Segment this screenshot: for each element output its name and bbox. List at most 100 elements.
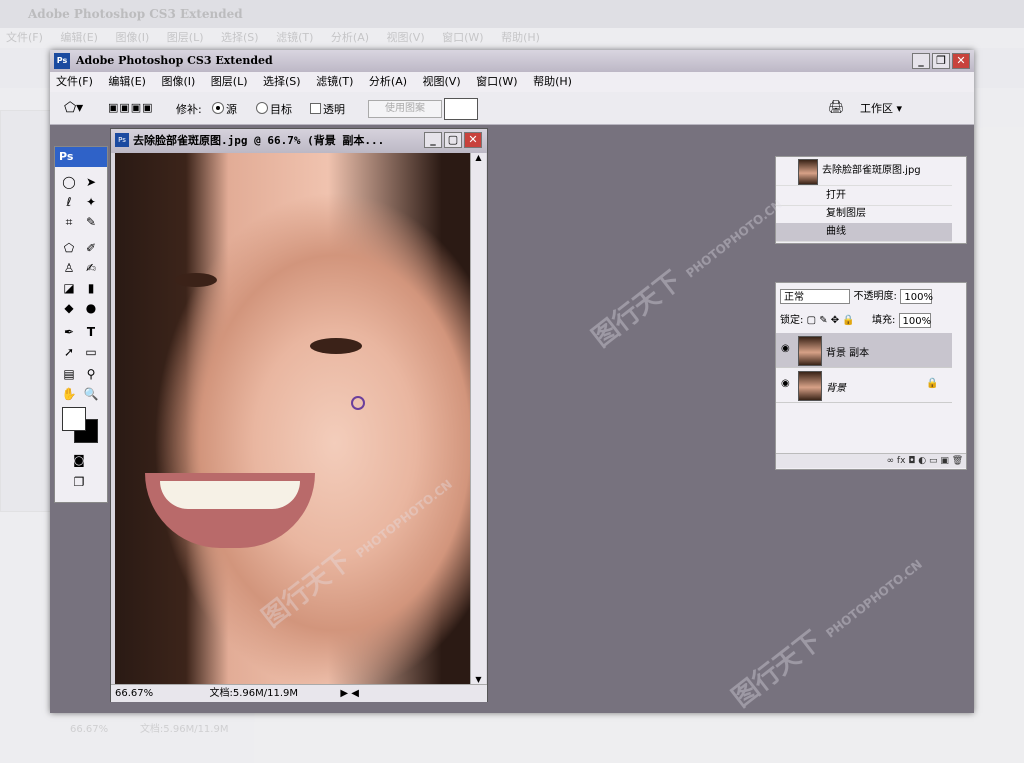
options-bar: ⬠▾ ▣▣▣▣ 修补: 源 目标 透明 使用图案 🖨 工作区 ▾	[50, 92, 974, 125]
toolbox: Ps ◯ ➤ ℓ ✦ ⌗ ✎ ⬠ ✐ ♙ ✍ ◪ ▮ ◆ ● ✒ T ➚ ▭ ▤…	[54, 146, 108, 503]
background-status: 66.67% 文档:5.96M/11.9M	[70, 715, 500, 745]
background-menu-item: 编辑(E)	[60, 31, 98, 44]
menu-layer[interactable]: 图层(L)	[205, 72, 254, 92]
blur-tool-icon[interactable]: ◆	[59, 299, 79, 317]
history-brush-tool-icon[interactable]: ✍	[81, 259, 101, 277]
layers-footer-icons[interactable]: ∞ fx ◘ ◐ ▭ ▣ 🗑	[776, 453, 966, 468]
close-button[interactable]: ✕	[952, 53, 970, 69]
layer-lock-icon: 🔒	[926, 378, 939, 389]
pattern-picker[interactable]	[444, 98, 478, 120]
photoshop-logo-icon: Ps	[54, 53, 70, 69]
layer-row-selected[interactable]: ◉ 背景 副本	[776, 333, 952, 368]
file-browser-icon[interactable]: 🖨	[828, 100, 845, 115]
hand-tool-icon[interactable]: ✋	[59, 385, 79, 403]
background-menu-item: 视图(V)	[386, 31, 425, 44]
quick-mask-icon[interactable]: ◙	[69, 451, 89, 469]
background-menu-item: 分析(A)	[330, 31, 370, 44]
stamp-tool-icon[interactable]: ♙	[59, 259, 79, 277]
transparent-checkbox[interactable]: 透明	[310, 101, 345, 117]
workspace-button[interactable]: 工作区 ▾	[860, 100, 902, 116]
use-pattern-button[interactable]: 使用图案	[368, 100, 442, 118]
document-maximize-button[interactable]: ▢	[444, 132, 462, 148]
crop-tool-icon[interactable]: ⌗	[59, 213, 79, 231]
pen-tool-icon[interactable]: ✒	[59, 323, 79, 341]
layer-name: 背景 副本	[826, 348, 870, 359]
background-menu-item: 图层(L)	[166, 31, 204, 44]
gradient-tool-icon[interactable]: ▮	[81, 279, 101, 297]
document-minimize-button[interactable]: _	[424, 132, 442, 148]
eyedropper-tool-icon[interactable]: ⚲	[81, 365, 101, 383]
maximize-button[interactable]: ❐	[932, 53, 950, 69]
type-tool-icon[interactable]: T	[81, 323, 101, 341]
menu-filter[interactable]: 滤镜(T)	[310, 72, 359, 92]
menu-select[interactable]: 选择(S)	[257, 72, 307, 92]
history-item-selected[interactable]: 曲线	[776, 223, 952, 242]
history-item[interactable]: 复制图层	[776, 205, 952, 224]
menu-analysis[interactable]: 分析(A)	[363, 72, 413, 92]
visibility-eye-icon[interactable]: ◉	[781, 378, 790, 389]
blend-mode-select[interactable]: 正常	[780, 288, 850, 304]
minimize-button[interactable]: _	[912, 53, 930, 69]
status-menu-arrow-icon[interactable]: ▶ ◀	[340, 688, 359, 699]
brush-tool-icon[interactable]: ✐	[81, 239, 101, 257]
right-eye	[310, 338, 362, 354]
menu-file[interactable]: 文件(F)	[50, 72, 99, 92]
source-label: 源	[226, 103, 237, 116]
title-bar: Ps Adobe Photoshop CS3 Extended _ ❐ ✕	[50, 50, 974, 72]
visibility-eye-icon[interactable]: ◉	[781, 343, 790, 354]
menu-bar: 文件(F) 编辑(E) 图像(I) 图层(L) 选择(S) 滤镜(T) 分析(A…	[50, 72, 974, 92]
shape-tool-icon[interactable]: ▭	[81, 343, 101, 361]
slice-tool-icon[interactable]: ✎	[81, 213, 101, 231]
magic-wand-tool-icon[interactable]: ✦	[81, 193, 101, 211]
photoshop-window: Ps Adobe Photoshop CS3 Extended _ ❐ ✕ 文件…	[50, 50, 974, 713]
blend-mode-row: 正常 不透明度: 100%	[780, 287, 933, 304]
patch-cursor-icon	[351, 396, 365, 410]
source-radio[interactable]: 源	[212, 101, 237, 117]
menu-window[interactable]: 窗口(W)	[470, 72, 523, 92]
move-tool-icon[interactable]: ➤	[81, 173, 101, 191]
fill-input[interactable]: 100%	[898, 312, 931, 328]
menu-image[interactable]: 图像(I)	[155, 72, 201, 92]
marquee-tool-icon[interactable]: ◯	[59, 173, 79, 191]
path-selection-tool-icon[interactable]: ➚	[59, 343, 79, 361]
menu-view[interactable]: 视图(V)	[417, 72, 467, 92]
patch-tool-icon[interactable]: ⬠▾	[64, 100, 83, 116]
screen-mode-icon[interactable]: ❐	[69, 473, 89, 491]
destination-label: 目标	[270, 103, 292, 116]
history-snapshot[interactable]: 去除脸部雀斑原图.jpg	[776, 157, 952, 186]
lock-icons[interactable]: ▢ ✎ ✥ 🔒	[807, 315, 855, 326]
selection-mode-icons[interactable]: ▣▣▣▣	[108, 101, 154, 114]
menu-edit[interactable]: 编辑(E)	[102, 72, 152, 92]
background-toolbox	[0, 110, 52, 512]
fill-label: 填充:	[871, 315, 896, 326]
background-menu-item: 文件(F)	[6, 31, 43, 44]
foreground-color-swatch[interactable]	[62, 407, 86, 431]
zoom-level[interactable]: 66.67%	[111, 688, 153, 699]
dodge-tool-icon[interactable]: ●	[81, 299, 101, 317]
menu-help[interactable]: 帮助(H)	[527, 72, 578, 92]
zoom-tool-icon[interactable]: 🔍	[81, 385, 101, 403]
patch-label: 修补:	[176, 103, 202, 116]
opacity-input[interactable]: 100%	[900, 288, 933, 304]
background-zoom: 66.67%	[70, 724, 109, 735]
background-menu-item: 窗口(W)	[442, 31, 484, 44]
notes-tool-icon[interactable]: ▤	[59, 365, 79, 383]
background-menu-item: 选择(S)	[221, 31, 259, 44]
document-title-bar: Ps 去除脸部雀斑原图.jpg @ 66.7% (背景 副本... _ ▢ ✕	[111, 129, 487, 153]
vertical-scrollbar[interactable]: ▲ ▼	[470, 153, 486, 684]
document-status-bar: 66.67% 文档:5.96M/11.9M ▶ ◀	[111, 684, 487, 702]
document-close-button[interactable]: ✕	[464, 132, 482, 148]
history-panel: 去除脸部雀斑原图.jpg 打开 复制图层 曲线	[775, 156, 967, 244]
layer-row[interactable]: ◉ 背景 🔒	[776, 368, 952, 403]
document-title: 去除脸部雀斑原图.jpg @ 66.7% (背景 副本...	[133, 134, 385, 147]
history-item-label: 打开	[826, 190, 846, 201]
lasso-tool-icon[interactable]: ℓ	[59, 193, 79, 211]
destination-radio[interactable]: 目标	[256, 101, 292, 117]
background-menu-item: 滤镜(T)	[276, 31, 314, 44]
healing-tool-icon[interactable]: ⬠	[59, 239, 79, 257]
left-eye	[175, 273, 217, 287]
history-item-label: 复制图层	[826, 208, 866, 219]
document-ps-icon: Ps	[115, 133, 129, 147]
eraser-tool-icon[interactable]: ◪	[59, 279, 79, 297]
history-item[interactable]: 打开	[776, 187, 952, 206]
